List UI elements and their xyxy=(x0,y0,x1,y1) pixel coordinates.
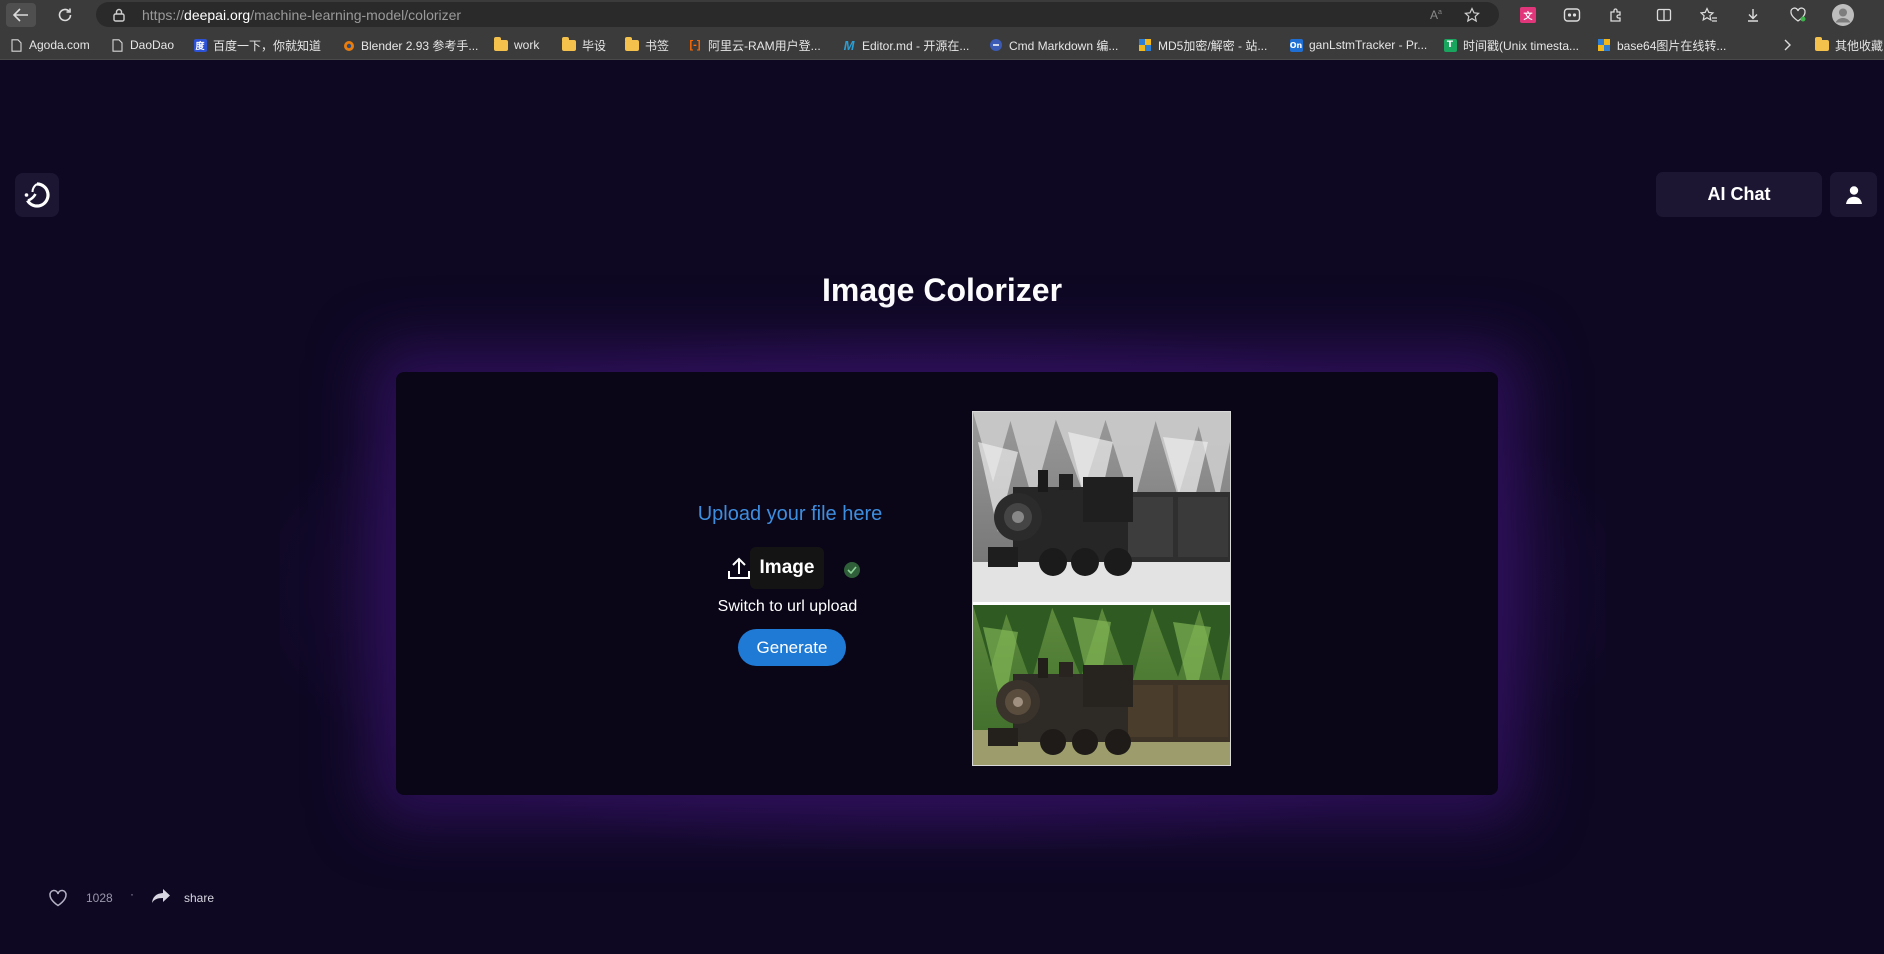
bookmark-label: MD5加密/解密 - 站... xyxy=(1158,38,1268,53)
bookmark-label: Agoda.com xyxy=(29,38,90,52)
bookmark-label: work xyxy=(514,38,540,52)
bookmark-folder-other[interactable]: 其他收藏 xyxy=(1815,36,1883,54)
bookmark-cmd-markdown[interactable]: Cmd Markdown 编... xyxy=(989,36,1118,54)
bookmark-label: 书签 xyxy=(645,38,670,53)
lock-icon[interactable] xyxy=(113,8,125,22)
bookmark-label: Cmd Markdown 编... xyxy=(1009,38,1119,53)
switch-to-url-upload[interactable]: Switch to url upload xyxy=(680,598,895,616)
url-text[interactable]: https://deepai.org/machine-learning-mode… xyxy=(142,7,461,23)
bookmark-blender[interactable]: Blender 2.93 参考手... xyxy=(341,36,478,54)
deepai-logo-icon xyxy=(24,182,50,208)
browser-toolbar: https://deepai.org/machine-learning-mode… xyxy=(0,0,1884,29)
example-preview-image xyxy=(972,411,1231,766)
bookmark-overleaf[interactable]: On ganLstmTracker - Pr... xyxy=(1289,36,1427,54)
image-upload-tab[interactable]: Image xyxy=(750,547,824,589)
deepai-logo[interactable] xyxy=(15,173,59,217)
user-account-button[interactable] xyxy=(1830,172,1877,217)
bookmark-baidu[interactable]: 度 百度一下，你就知道 xyxy=(193,36,321,54)
bookmark-agoda[interactable]: Agoda.com xyxy=(9,36,90,54)
bookmark-base64[interactable]: base64图片在线转... xyxy=(1597,36,1726,54)
bookmark-folder-shuqian[interactable]: 书签 xyxy=(625,36,669,54)
md5-icon xyxy=(1138,38,1152,52)
page-title: Image Colorizer xyxy=(821,272,1063,308)
folder-icon xyxy=(1815,36,1829,52)
baidu-icon: 度 xyxy=(193,38,207,52)
ai-chat-button[interactable]: AI Chat xyxy=(1656,172,1822,217)
bookmark-timestamp[interactable]: T 时间戳(Unix timesta... xyxy=(1443,36,1579,54)
reload-button[interactable] xyxy=(50,3,80,27)
share-link[interactable]: share xyxy=(184,891,214,905)
timestamp-icon: T xyxy=(1443,38,1457,52)
bookmark-label: 时间戳(Unix timesta... xyxy=(1463,38,1580,53)
back-arrow-icon xyxy=(13,8,28,22)
bookmarks-overflow-chevron-icon[interactable] xyxy=(1782,36,1792,54)
bookmark-label: Editor.md - 开源在... xyxy=(862,38,970,53)
bookmark-label: base64图片在线转... xyxy=(1617,38,1727,53)
separator-dot: · xyxy=(130,887,134,901)
folder-icon xyxy=(494,36,508,52)
bookmark-label: DaoDao xyxy=(130,38,175,52)
page-icon xyxy=(110,38,124,52)
bookmark-label: 毕设 xyxy=(582,38,607,53)
downloads-icon[interactable] xyxy=(1740,3,1766,27)
url-host: deepai.org xyxy=(184,7,251,23)
bookmark-aliyun[interactable]: [-] 阿里云-RAM用户登... xyxy=(688,36,821,54)
upload-file-prompt[interactable]: Upload your file here xyxy=(630,503,950,526)
upload-icon[interactable] xyxy=(725,555,753,583)
colorizer-card xyxy=(396,372,1498,795)
extensions-puzzle-icon[interactable] xyxy=(1603,3,1629,27)
browser-essentials-heart-icon[interactable] xyxy=(1785,3,1811,27)
check-icon xyxy=(844,562,860,578)
overleaf-icon: On xyxy=(1289,38,1303,52)
reload-icon xyxy=(58,8,72,22)
bookmark-label: 百度一下，你就知道 xyxy=(213,38,322,53)
bookmark-daodao[interactable]: DaoDao xyxy=(110,36,174,54)
bookmark-editormd[interactable]: M Editor.md - 开源在... xyxy=(842,36,970,54)
share-arrow-icon[interactable] xyxy=(151,888,171,904)
folder-icon xyxy=(562,36,576,52)
bookmarks-bar: Agoda.com DaoDao 度 百度一下，你就知道 Blender 2.9… xyxy=(0,29,1884,60)
cmd-markdown-icon xyxy=(989,38,1003,52)
bookmark-md5[interactable]: MD5加密/解密 - 站... xyxy=(1138,36,1267,54)
profile-avatar-icon[interactable] xyxy=(1830,3,1856,27)
read-aloud-icon[interactable]: Aa xyxy=(1426,6,1446,24)
url-path: /machine-learning-model/colorizer xyxy=(250,7,462,23)
bookmark-label: 其他收藏 xyxy=(1835,38,1884,53)
extension-gamepad-icon[interactable] xyxy=(1559,3,1585,27)
editormd-icon: M xyxy=(843,37,855,53)
split-screen-icon[interactable] xyxy=(1651,3,1677,27)
page-icon xyxy=(9,38,23,52)
like-count: 1028 xyxy=(86,891,113,905)
bookmark-folder-bishe[interactable]: 毕设 xyxy=(562,36,606,54)
bookmark-label: ganLstmTracker - Pr... xyxy=(1309,38,1428,52)
back-button[interactable] xyxy=(6,3,36,27)
address-bar[interactable]: https://deepai.org/machine-learning-mode… xyxy=(96,2,1499,27)
user-icon xyxy=(1845,185,1862,204)
bookmark-label: 阿里云-RAM用户登... xyxy=(708,38,821,53)
blender-icon xyxy=(341,38,355,52)
folder-icon xyxy=(625,36,639,52)
generate-button[interactable]: Generate xyxy=(738,629,846,666)
page-content: AI Chat Image Colorizer Upload your file… xyxy=(0,61,1884,954)
heart-like-icon[interactable] xyxy=(48,889,68,907)
translate-extension-icon[interactable]: 文 xyxy=(1515,3,1541,27)
aliyun-icon: [-] xyxy=(689,39,701,51)
bookmark-label: Blender 2.93 参考手... xyxy=(361,38,479,53)
favorites-bar-icon[interactable] xyxy=(1696,3,1722,27)
favorite-star-icon[interactable] xyxy=(1462,6,1482,24)
url-scheme: https:// xyxy=(142,7,185,23)
bookmark-folder-work[interactable]: work xyxy=(494,36,539,54)
base64-icon xyxy=(1597,38,1611,52)
